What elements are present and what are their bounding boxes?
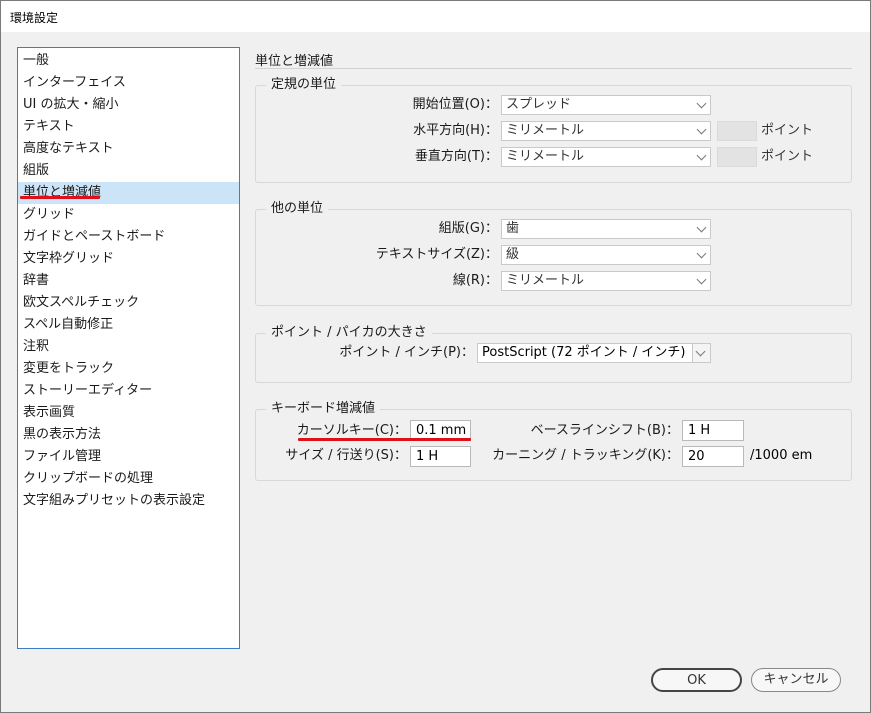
- ruler-units-title: 定規の単位: [266, 77, 342, 93]
- ok-button[interactable]: OK: [651, 668, 742, 692]
- point-pica-title: ポイント / パイカの大きさ: [266, 325, 432, 341]
- category-list[interactable]: 一般 インターフェイス UI の拡大・縮小 テキスト 高度なテキスト 組版 単位…: [17, 47, 240, 649]
- text-size-value: 級: [506, 247, 520, 262]
- horizontal-unit: ポイント: [761, 123, 814, 138]
- heading-divider: [255, 68, 852, 69]
- sidebar-item-black-appearance[interactable]: 黒の表示方法: [18, 424, 239, 446]
- vertical-label: 垂直方向(T)：: [414, 149, 498, 164]
- sidebar-item-frame-grid[interactable]: 文字枠グリッド: [18, 248, 239, 270]
- preferences-dialog: 環境設定 一般 インターフェイス UI の拡大・縮小 テキスト 高度なテキスト …: [0, 0, 871, 713]
- stroke-value: ミリメートル: [506, 273, 585, 288]
- sidebar-item-dictionary[interactable]: 辞書: [18, 270, 239, 292]
- keyboard-increments-title: キーボード増減値: [266, 401, 381, 417]
- horizontal-label: 水平方向(H)：: [413, 123, 498, 138]
- sidebar-item-advanced-type[interactable]: 高度なテキスト: [18, 138, 239, 160]
- points-per-inch-label: ポイント / インチ(P)：: [339, 345, 474, 360]
- sidebar-item-notes[interactable]: 注釈: [18, 336, 239, 358]
- vertical-unit: ポイント: [761, 149, 814, 164]
- horizontal-value: ミリメートル: [506, 123, 585, 138]
- title-bar: 環境設定: [1, 1, 870, 32]
- sidebar-item-mojikumi-presets[interactable]: 文字組みプリセットの表示設定: [18, 490, 239, 512]
- sidebar-item-display-performance[interactable]: 表示画質: [18, 402, 239, 424]
- sidebar-item-autocorrect[interactable]: スペル自動修正: [18, 314, 239, 336]
- window-title: 環境設定: [10, 11, 59, 25]
- horizontal-points-field: [717, 121, 757, 141]
- origin-label: 開始位置(O)：: [412, 97, 498, 112]
- composition-value: 歯: [506, 221, 520, 236]
- origin-value: スプレッド: [506, 97, 572, 112]
- baseline-shift-input[interactable]: 1 H: [682, 420, 744, 441]
- points-per-inch-value: PostScript (72 ポイント / インチ): [482, 345, 686, 360]
- sidebar-item-grids[interactable]: グリッド: [18, 204, 239, 226]
- sidebar-item-interface[interactable]: インターフェイス: [18, 72, 239, 94]
- text-size-select[interactable]: 級: [501, 245, 711, 265]
- chevron-down-icon: [696, 274, 707, 285]
- composition-label: 組版(G)：: [438, 221, 498, 236]
- baseline-shift-label: ベースラインシフト(B)：: [530, 423, 679, 438]
- page-title: 単位と増減値: [255, 54, 334, 69]
- size-leading-label: サイズ / 行送り(S)：: [285, 448, 407, 463]
- highlight-underline: [298, 438, 471, 441]
- sidebar-item-track-changes[interactable]: 変更をトラック: [18, 358, 239, 380]
- highlight-underline: [20, 196, 100, 199]
- origin-select[interactable]: スプレッド: [501, 95, 711, 115]
- points-per-inch-select[interactable]: PostScript (72 ポイント / インチ): [477, 343, 711, 363]
- sidebar-item-type[interactable]: テキスト: [18, 116, 239, 138]
- sidebar-item-general[interactable]: 一般: [18, 50, 239, 72]
- kerning-unit: /1000 em: [750, 448, 813, 463]
- sidebar-item-story-editor[interactable]: ストーリーエディター: [18, 380, 239, 402]
- sidebar-item-file-handling[interactable]: ファイル管理: [18, 446, 239, 468]
- chevron-down-icon: [696, 150, 707, 161]
- chevron-down-icon: [696, 98, 707, 109]
- vertical-select[interactable]: ミリメートル: [501, 147, 711, 167]
- composition-select[interactable]: 歯: [501, 219, 711, 239]
- chevron-down-icon: [696, 124, 707, 135]
- sidebar-item-ui-scaling[interactable]: UI の拡大・縮小: [18, 94, 239, 116]
- sidebar-item-composition[interactable]: 組版: [18, 160, 239, 182]
- sidebar-item-units-increments[interactable]: 単位と増減値: [18, 182, 239, 204]
- stroke-select[interactable]: ミリメートル: [501, 271, 711, 291]
- horizontal-select[interactable]: ミリメートル: [501, 121, 711, 141]
- sidebar-item-spelling[interactable]: 欧文スペルチェック: [18, 292, 239, 314]
- vertical-value: ミリメートル: [506, 149, 585, 164]
- text-size-label: テキストサイズ(Z)：: [375, 247, 498, 262]
- kerning-tracking-label: カーニング / トラッキング(K)：: [492, 448, 679, 463]
- sidebar-item-guides-pasteboard[interactable]: ガイドとペーストボード: [18, 226, 239, 248]
- other-units-title: 他の単位: [266, 201, 329, 217]
- chevron-down-icon: [696, 222, 707, 233]
- sidebar-item-clipboard[interactable]: クリップボードの処理: [18, 468, 239, 490]
- keyboard-increments-group: キーボード増減値: [255, 401, 852, 481]
- cancel-button[interactable]: キャンセル: [751, 668, 841, 692]
- chevron-down-icon: [696, 248, 707, 259]
- vertical-points-field: [717, 147, 757, 167]
- size-leading-input[interactable]: 1 H: [410, 446, 471, 467]
- kerning-tracking-input[interactable]: 20: [682, 446, 744, 467]
- stroke-label: 線(R)：: [452, 273, 498, 288]
